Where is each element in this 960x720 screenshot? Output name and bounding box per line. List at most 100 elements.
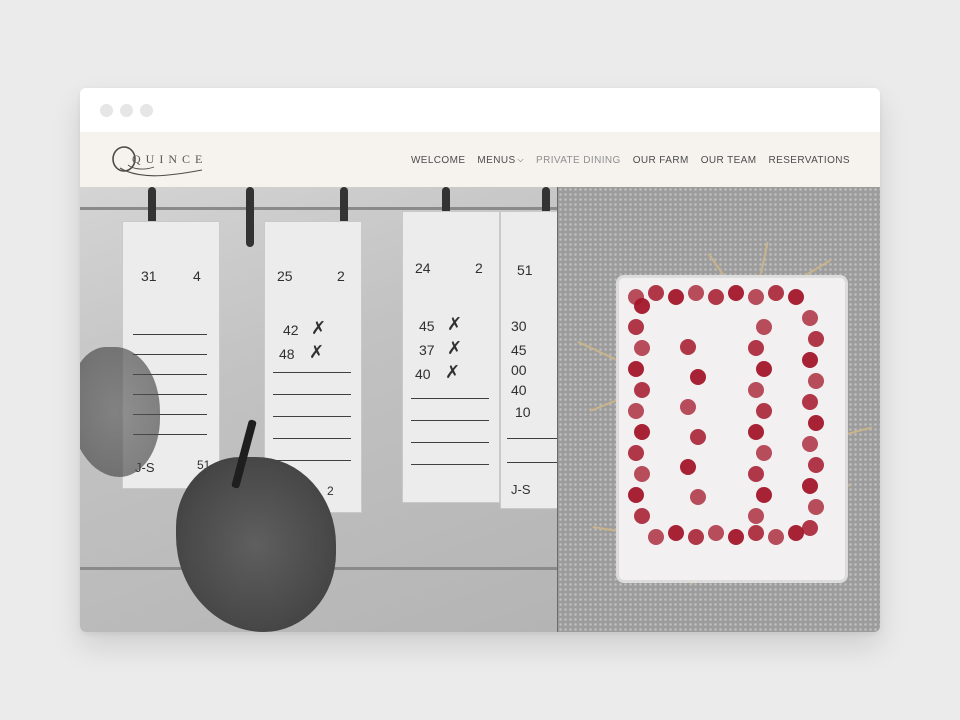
lollipop-candy xyxy=(808,331,824,347)
ticket-entry: 45 xyxy=(419,318,435,334)
lollipop-candy xyxy=(808,415,824,431)
hero-image: 31 4 J-S 51 25 2 42 ✗ 48 ✗ 2 24 2 45 ✗ 3… xyxy=(80,187,880,632)
lollipop-candy xyxy=(634,508,650,524)
lollipop-candy xyxy=(756,403,772,419)
lollipop-candy xyxy=(690,429,706,445)
ticket-entry: 48 xyxy=(279,346,295,362)
nav-menus[interactable]: MENUS ⌵ xyxy=(477,155,524,166)
lollipop-candy xyxy=(668,525,684,541)
site-header: QUINCE WELCOME MENUS ⌵ PRIVATE DINING OU… xyxy=(80,132,880,188)
close-window-button[interactable] xyxy=(100,104,113,117)
lollipop-candy xyxy=(756,487,772,503)
lollipop-candy xyxy=(634,466,650,482)
lollipop-candy xyxy=(680,339,696,355)
kitchen-ticket-photo: 31 4 J-S 51 25 2 42 ✗ 48 ✗ 2 24 2 45 ✗ 3… xyxy=(80,187,560,632)
lollipop-candy xyxy=(748,466,764,482)
cross-mark-icon: ✗ xyxy=(447,314,463,334)
ticket-entry: 40 xyxy=(511,382,527,398)
lollipop-candy xyxy=(788,525,804,541)
ticket-line xyxy=(411,398,489,399)
lollipop-candy xyxy=(748,424,764,440)
lollipop-candy xyxy=(768,529,784,545)
lollipop-candy xyxy=(628,361,644,377)
ticket-line xyxy=(411,442,489,443)
lollipop-candy xyxy=(808,457,824,473)
nav-our-farm[interactable]: OUR FARM xyxy=(633,155,689,166)
ticket-entry: 00 xyxy=(511,362,527,378)
lollipop-candy xyxy=(748,340,764,356)
maximize-window-button[interactable] xyxy=(140,104,153,117)
lollipop-candy xyxy=(680,459,696,475)
order-ticket: 24 2 45 ✗ 37 ✗ 40 ✗ xyxy=(402,211,500,503)
ticket-number: 24 xyxy=(415,260,431,276)
lollipop-candy xyxy=(688,285,704,301)
quince-logo[interactable]: QUINCE xyxy=(110,140,210,180)
ticket-line xyxy=(133,354,207,355)
cross-mark-icon: ✗ xyxy=(447,338,463,358)
nav-welcome[interactable]: WELCOME xyxy=(411,155,465,166)
ticket-count: 4 xyxy=(193,268,201,284)
lollipop-candy xyxy=(634,298,650,314)
minimize-window-button[interactable] xyxy=(120,104,133,117)
ticket-number: 51 xyxy=(517,262,533,278)
ticket-line xyxy=(411,420,489,421)
lollipop-candy xyxy=(802,394,818,410)
lollipop-candy xyxy=(802,310,818,326)
ticket-initials: J-S xyxy=(511,482,531,497)
lollipop-candy xyxy=(648,529,664,545)
lollipop-candy xyxy=(628,487,644,503)
ticket-count: 2 xyxy=(337,268,345,284)
lollipop-candy xyxy=(728,529,744,545)
nav-reservations[interactable]: RESERVATIONS xyxy=(769,155,851,166)
nav-private-dining[interactable]: PRIVATE DINING xyxy=(536,155,621,166)
lollipop-candy xyxy=(802,520,818,536)
ticket-line xyxy=(273,394,351,395)
lollipop-candy xyxy=(808,499,824,515)
lollipop-candy xyxy=(756,445,772,461)
lollipop-candy xyxy=(628,403,644,419)
ticket-line xyxy=(507,462,557,463)
ticket-entry: 37 xyxy=(419,342,435,358)
lollipop-candy xyxy=(634,382,650,398)
lollipop-candy xyxy=(768,285,784,301)
writing-hand xyxy=(176,457,336,632)
ticket-entry: 45 xyxy=(511,342,527,358)
lollipop-candy xyxy=(634,424,650,440)
window-titlebar xyxy=(80,88,880,132)
lollipop-candy xyxy=(680,399,696,415)
lollipop-candy xyxy=(690,489,706,505)
lollipop-candy xyxy=(708,525,724,541)
lollipop-candy xyxy=(802,352,818,368)
ticket-hook xyxy=(246,187,254,247)
lollipop-candy xyxy=(748,289,764,305)
ticket-note: 2 xyxy=(327,484,334,498)
lollipop-candy xyxy=(628,319,644,335)
main-nav: WELCOME MENUS ⌵ PRIVATE DINING OUR FARM … xyxy=(411,153,850,167)
ticket-entry: 40 xyxy=(415,366,431,382)
ticket-line xyxy=(507,438,557,439)
ticket-line xyxy=(273,416,351,417)
lollipop-candy xyxy=(748,508,764,524)
lollipop-candy xyxy=(802,478,818,494)
ticket-count: 2 xyxy=(475,260,483,276)
ticket-number: 25 xyxy=(277,268,293,284)
lollipop-candy xyxy=(690,369,706,385)
lollipop-candy xyxy=(748,525,764,541)
nav-our-team[interactable]: OUR TEAM xyxy=(701,155,757,166)
chevron-down-icon: ⌵ xyxy=(517,155,525,164)
lollipop-candy xyxy=(628,445,644,461)
lollipop-candy xyxy=(756,319,772,335)
ticket-entry: 10 xyxy=(515,404,531,420)
lollipop-candy xyxy=(802,436,818,452)
lollipop-candy xyxy=(688,529,704,545)
candy-tray-photo xyxy=(558,187,880,632)
lollipop-candy xyxy=(708,289,724,305)
lollipop-candy xyxy=(748,382,764,398)
lollipop-candy xyxy=(648,285,664,301)
ticket-number: 31 xyxy=(141,268,157,284)
lollipop-candy xyxy=(728,285,744,301)
lollipop-candy xyxy=(634,340,650,356)
ticket-line xyxy=(273,460,351,461)
ticket-line xyxy=(273,438,351,439)
browser-window: QUINCE WELCOME MENUS ⌵ PRIVATE DINING OU… xyxy=(80,88,880,632)
